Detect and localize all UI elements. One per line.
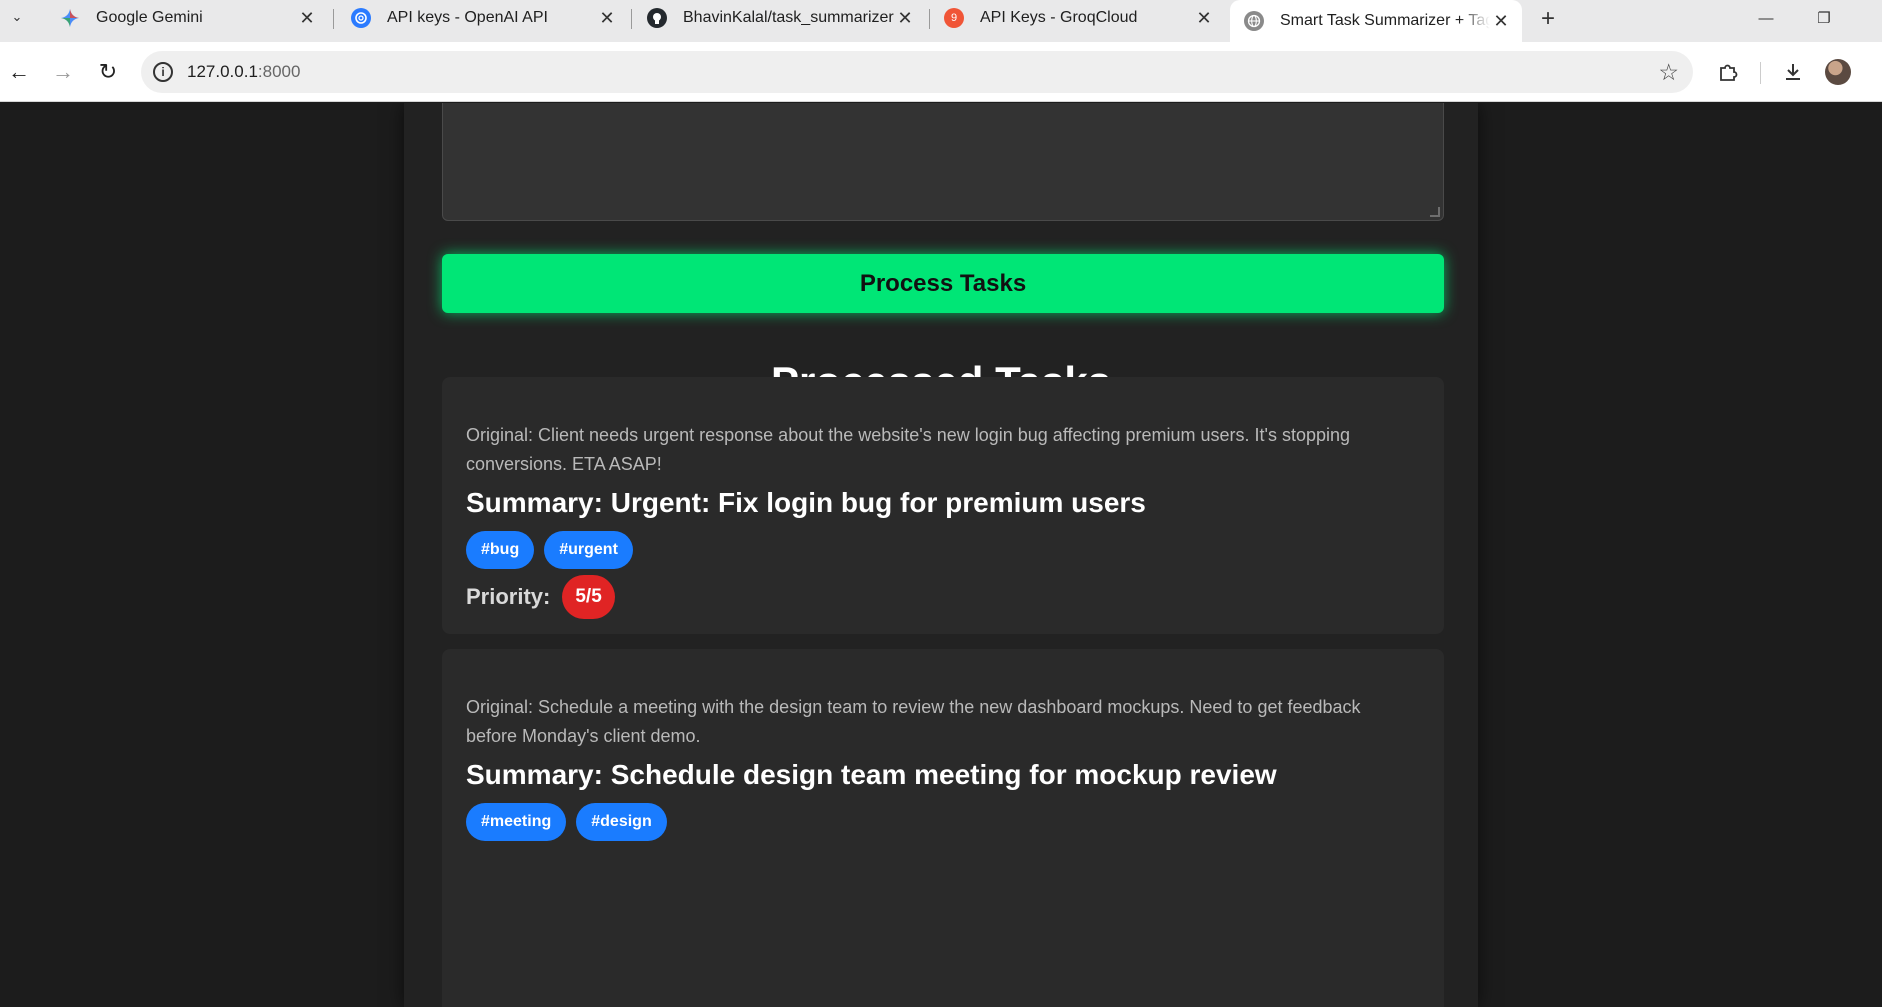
tag-meeting: #meeting bbox=[466, 803, 567, 841]
address-bar[interactable]: i 127.0.0.1:8000 ☆ bbox=[141, 51, 1693, 93]
app-container: Process Tasks Processed Tasks Original: … bbox=[404, 103, 1478, 1007]
gemini-icon bbox=[60, 8, 80, 28]
profile-avatar[interactable] bbox=[1825, 59, 1851, 85]
close-icon[interactable]: ✕ bbox=[1193, 7, 1215, 29]
task-input-textarea[interactable] bbox=[442, 103, 1444, 221]
groq-icon: 9 bbox=[944, 8, 964, 28]
task-summary: Summary: Urgent: Fix login bug for premi… bbox=[466, 487, 1146, 518]
process-tasks-button[interactable]: Process Tasks bbox=[442, 254, 1444, 313]
openai-icon bbox=[351, 8, 371, 28]
task-original-text: Original: Client needs urgent response a… bbox=[466, 425, 1351, 474]
task-tags: #meeting #design bbox=[466, 803, 667, 841]
close-icon[interactable]: ✕ bbox=[1490, 10, 1512, 32]
page-viewport: Process Tasks Processed Tasks Original: … bbox=[0, 103, 1882, 1007]
reload-icon[interactable]: ↻ bbox=[92, 56, 124, 88]
task-summary: Summary: Schedule design team meeting fo… bbox=[466, 759, 1277, 790]
task-tags: #bug #urgent bbox=[466, 531, 633, 569]
priority-badge: 5/5 bbox=[562, 575, 615, 619]
tab-title: Smart Task Summarizer + Tagger bbox=[1280, 12, 1490, 29]
toolbar-divider bbox=[1760, 62, 1761, 84]
close-icon[interactable]: ✕ bbox=[596, 7, 618, 29]
github-icon bbox=[647, 8, 667, 28]
groq-badge: 9 bbox=[950, 12, 958, 24]
tag-urgent: #urgent bbox=[544, 531, 633, 569]
browser-toolbar: ← → ↻ i 127.0.0.1:8000 ☆ bbox=[0, 42, 1882, 102]
forward-arrow-icon[interactable]: → bbox=[47, 56, 79, 88]
task-original-text: Original: Schedule a meeting with the de… bbox=[466, 697, 1361, 746]
tab-divider bbox=[631, 9, 632, 29]
close-icon[interactable]: ✕ bbox=[894, 7, 916, 29]
tag-design: #design bbox=[576, 803, 667, 841]
tab-title: API keys - OpenAI API bbox=[387, 9, 548, 26]
task-priority: Priority: 5/5 bbox=[466, 575, 615, 619]
tab-title: Google Gemini bbox=[96, 9, 203, 26]
tab-title: API Keys - GroqCloud bbox=[980, 9, 1138, 26]
tab-google-gemini[interactable]: Google Gemini ✕ bbox=[46, 0, 328, 36]
site-info-icon[interactable]: i bbox=[153, 62, 173, 82]
back-arrow-icon[interactable]: ← bbox=[3, 56, 35, 88]
tab-search-chevron-icon[interactable]: ⌄ bbox=[6, 6, 28, 28]
close-icon[interactable]: ✕ bbox=[296, 7, 318, 29]
url-port: :8000 bbox=[257, 62, 301, 81]
tab-divider bbox=[333, 9, 334, 29]
tab-openai-api-keys[interactable]: API keys - OpenAI API ✕ bbox=[337, 0, 628, 36]
new-tab-plus-icon[interactable]: + bbox=[1535, 5, 1561, 32]
extensions-puzzle-icon[interactable] bbox=[1712, 56, 1744, 88]
url-host: 127.0.0.1 bbox=[187, 62, 258, 81]
task-card: Original: Client needs urgent response a… bbox=[442, 377, 1444, 634]
globe-icon bbox=[1244, 11, 1264, 31]
tag-bug: #bug bbox=[466, 531, 535, 569]
task-card: Original: Schedule a meeting with the de… bbox=[442, 649, 1444, 1007]
resize-handle-icon[interactable] bbox=[1430, 207, 1440, 217]
tab-strip: ⌄ Google Gemini ✕ API keys - OpenAI API … bbox=[0, 0, 1882, 42]
minimize-icon[interactable]: — bbox=[1742, 0, 1790, 36]
tab-title: BhavinKalal/task_summarizer bbox=[683, 9, 894, 26]
restore-icon[interactable]: ❐ bbox=[1800, 0, 1848, 36]
tab-groqcloud-api-keys[interactable]: 9 API Keys - GroqCloud ✕ bbox=[930, 0, 1225, 36]
tab-github-repo[interactable]: BhavinKalal/task_summarizer ✕ bbox=[633, 0, 926, 36]
tab-smart-task-summarizer[interactable]: Smart Task Summarizer + Tagger ✕ bbox=[1230, 0, 1522, 42]
bookmark-star-icon[interactable]: ☆ bbox=[1658, 59, 1679, 86]
url-text[interactable]: 127.0.0.1:8000 bbox=[187, 62, 300, 82]
priority-label: Priority: bbox=[466, 584, 551, 609]
download-icon[interactable] bbox=[1777, 56, 1809, 88]
